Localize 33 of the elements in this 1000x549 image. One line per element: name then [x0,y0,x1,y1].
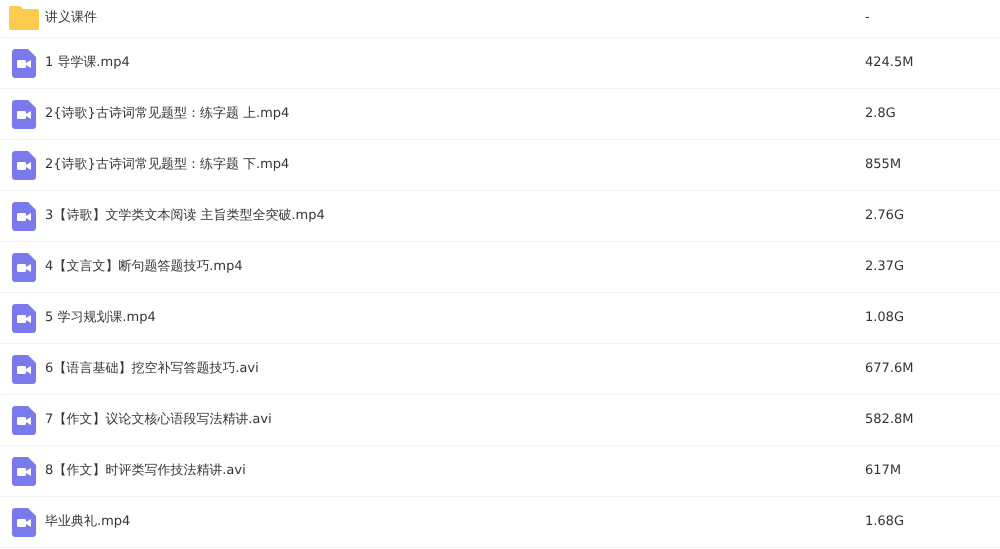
video-file-icon [12,150,36,180]
file-name[interactable]: 2{诗歌}古诗词常见题型：练字题 下.mp4 [45,155,865,175]
file-size: 2.76G [865,207,904,226]
file-name[interactable]: 2{诗歌}古诗词常见题型：练字题 上.mp4 [45,104,865,124]
file-size: 855M [865,156,902,174]
video-file-icon [12,508,36,536]
file-name[interactable]: 8【作文】时评类写作技法精讲.avi [45,461,865,481]
file-name[interactable]: 4【文言文】断句题答题技巧.mp4 [45,257,865,277]
video-file-icon [12,406,36,434]
video-file-icon [12,48,36,78]
video-file-icon [12,354,36,384]
file-name[interactable]: 3【诗歌】文学类文本阅读 主旨类型全突破.mp4 [45,206,865,226]
file-size: - [865,9,870,28]
file-name[interactable]: 1 导学课.mp4 [45,53,865,73]
file-name[interactable]: 6【语言基础】挖空补写答题技巧.avi [45,359,865,379]
file-size: 1.08G [865,309,904,328]
file-size: 2.8G [865,105,896,124]
video-file-icon [12,456,36,486]
file-size: 2.37G [865,258,904,276]
video-file-icon [12,304,36,332]
file-name[interactable]: 7【作文】议论文核心语段写法精讲.avi [45,410,865,430]
video-file-icon [12,252,36,282]
file-size: 617M [865,462,902,480]
folder-icon [8,6,38,30]
file-size: 582.8M [865,411,914,430]
file-size: 677.6M [865,360,914,378]
video-file-icon [12,202,36,230]
file-name[interactable]: 讲义课件 [45,8,865,28]
file-size: 424.5M [865,54,914,72]
video-file-icon [12,100,36,128]
file-size: 1.68G [865,513,904,532]
file-name[interactable]: 5 学习规划课.mp4 [45,308,865,328]
file-name[interactable]: 毕业典礼.mp4 [45,512,865,532]
